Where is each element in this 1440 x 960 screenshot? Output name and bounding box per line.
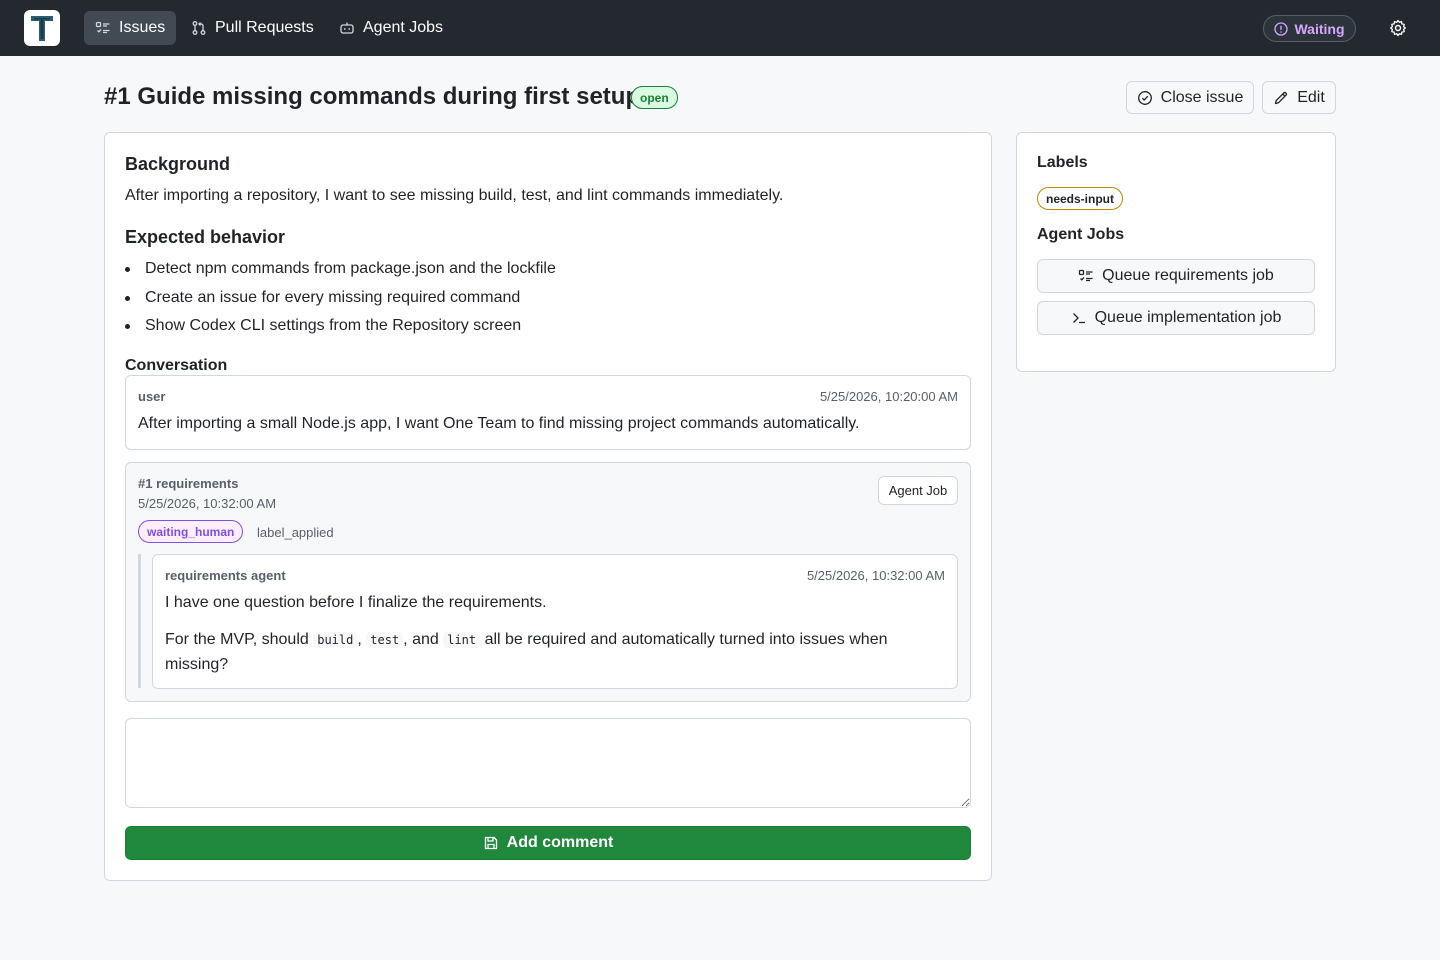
comment-author: user <box>138 389 166 404</box>
gear-icon <box>1389 19 1407 37</box>
agent-comment-line2: For the MVP, should build, test, and lin… <box>165 631 887 649</box>
status-label: Waiting <box>1294 20 1345 37</box>
tasklist-icon <box>95 21 110 34</box>
code-test: test <box>366 632 404 648</box>
app-logo[interactable] <box>24 10 60 46</box>
add-comment-label: Add comment <box>506 834 614 851</box>
sidebar-panel: Labels needs-input Agent Jobs Queue requ… <box>1016 132 1336 372</box>
separator: , and <box>403 631 439 648</box>
close-issue-button[interactable]: Close issue <box>1126 81 1254 114</box>
status-chip: waiting_human <box>138 520 244 543</box>
user-comment: user 5/25/2026, 10:20:00 AM After import… <box>125 375 971 450</box>
comment-timestamp: 5/25/2026, 10:20:00 AM <box>819 389 958 404</box>
separator: , <box>357 631 362 648</box>
background-text: After importing a repository, I want to … <box>125 187 784 204</box>
queue-requirements-button[interactable]: Queue requirements job <box>1037 259 1315 293</box>
edit-label: Edit <box>1297 88 1325 106</box>
check-circle-icon <box>1137 90 1152 105</box>
nav-issues[interactable]: Issues <box>84 11 177 45</box>
list-item: Show Codex CLI settings from the Reposit… <box>125 317 521 335</box>
line2-suffix: all be required and automatically turned… <box>484 631 888 648</box>
agent-comment-line1: I have one question before I finalize th… <box>165 594 547 611</box>
queue-implementation-button[interactable]: Queue implementation job <box>1037 301 1315 335</box>
top-navigation-bar: Issues Pull Requests Agent Jobs Waiting <box>0 0 1440 56</box>
issue-title: #1 Guide missing commands during first s… <box>104 83 641 110</box>
info-circle-icon <box>1274 21 1289 36</box>
background-heading: Background <box>125 154 231 174</box>
expected-behavior-heading: Expected behavior <box>125 227 286 247</box>
agent-comment: requirements agent 5/25/2026, 10:32:00 A… <box>152 554 958 689</box>
close-issue-label: Close issue <box>1160 88 1244 106</box>
settings-button[interactable] <box>1386 16 1410 40</box>
agent-comment-line3: missing? <box>165 656 229 673</box>
comment-text: After importing a small Node.js app, I w… <box>138 415 860 432</box>
nav-agent-jobs[interactable]: Agent Jobs <box>328 11 454 45</box>
queue-implementation-label: Queue implementation job <box>1094 309 1282 326</box>
job-timestamp: 5/25/2026, 10:32:00 AM <box>138 496 277 511</box>
nav-agent-jobs-label: Agent Jobs <box>363 19 444 36</box>
agent-comment-timestamp: 5/25/2026, 10:32:00 AM <box>806 568 945 583</box>
nav-issues-label: Issues <box>119 19 166 36</box>
list-item-text: Detect npm commands from package.json an… <box>145 260 556 277</box>
logo-icon <box>31 16 53 41</box>
add-comment-button[interactable]: Add comment <box>125 826 971 860</box>
list-item-text: Show Codex CLI settings from the Reposit… <box>145 317 522 334</box>
agent-job-button[interactable]: Agent Job <box>878 476 958 505</box>
quote-divider <box>138 554 141 688</box>
nav-pull-requests-label: Pull Requests <box>215 19 314 36</box>
list-item-text: Create an issue for every missing requir… <box>145 289 521 306</box>
agent-job-event: #1 requirements 5/25/2026, 10:32:00 AM A… <box>125 462 971 702</box>
line2-prefix: For the MVP, should <box>165 631 309 648</box>
code-build: build <box>313 632 358 648</box>
nav-pull-requests[interactable]: Pull Requests <box>180 11 325 45</box>
event-type: label_applied <box>257 525 334 540</box>
list-item: Detect npm commands from package.json an… <box>125 260 556 278</box>
git-pull-request-icon <box>192 21 206 35</box>
labels-heading: Labels <box>1037 154 1088 171</box>
issue-body-panel: Background After importing a repository,… <box>104 132 992 881</box>
issue-state-badge: open <box>631 86 678 109</box>
tasklist-icon <box>1079 269 1093 282</box>
job-title: #1 requirements <box>138 476 239 491</box>
agent-jobs-heading: Agent Jobs <box>1037 226 1125 243</box>
conversation-heading: Conversation <box>125 357 228 374</box>
save-icon <box>484 836 497 850</box>
pencil-icon <box>1275 91 1288 104</box>
agent-comment-author: requirements agent <box>165 568 286 583</box>
list-item: Create an issue for every missing requir… <box>125 289 520 307</box>
terminal-icon <box>1072 313 1085 324</box>
label-badge[interactable]: needs-input <box>1037 187 1123 210</box>
status-badge[interactable]: Waiting <box>1263 15 1356 42</box>
comment-input[interactable] <box>125 718 971 808</box>
queue-requirements-label: Queue requirements job <box>1102 267 1274 284</box>
robot-icon <box>340 22 354 34</box>
edit-button[interactable]: Edit <box>1262 81 1336 114</box>
code-lint: lint <box>443 632 481 648</box>
